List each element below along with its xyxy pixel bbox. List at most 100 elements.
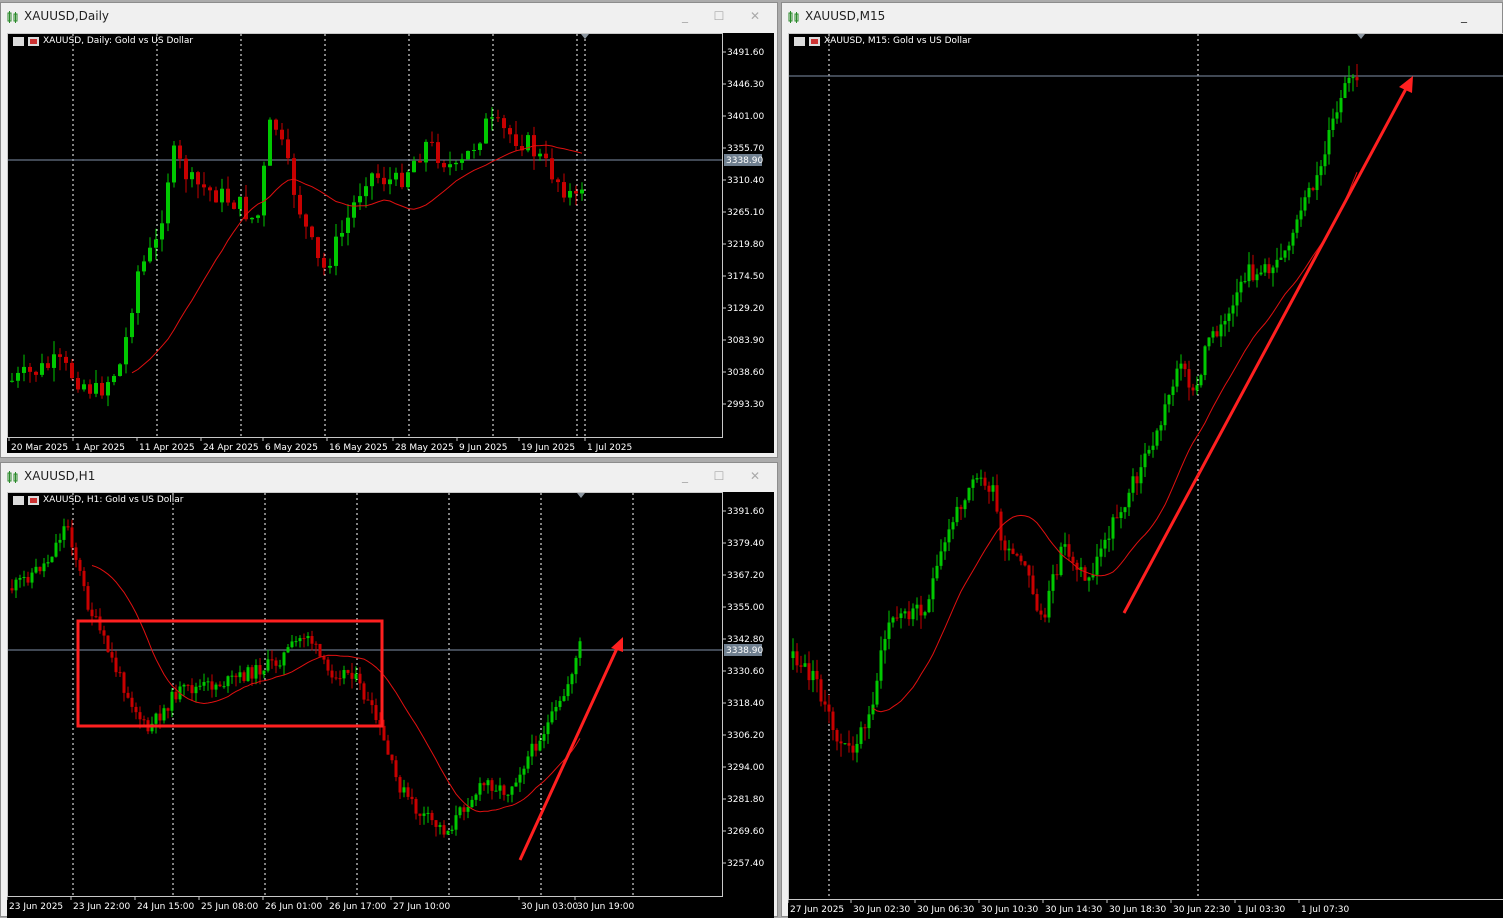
candle-body [1052, 574, 1055, 591]
candle-body [1028, 565, 1031, 575]
candle-body [100, 383, 104, 395]
candle-body [95, 616, 98, 617]
candle-body [1068, 544, 1071, 557]
candle-body [912, 608, 915, 619]
time-label: 20 Mar 2025 [11, 443, 68, 453]
candle-body [519, 775, 522, 783]
m15-chart-window[interactable]: XAUUSD,M15 _ 27 Jun 202530 Jun 02:3030 J… [781, 2, 1503, 917]
candle-body [575, 658, 578, 674]
candle-body [508, 128, 512, 134]
candle-body [1136, 476, 1139, 483]
candle-body [118, 364, 122, 376]
candle-body [539, 741, 542, 751]
candle-body [956, 507, 959, 522]
candle-body [1200, 375, 1203, 385]
candle-body [148, 248, 152, 262]
h1-titlebar[interactable]: XAUUSD,H1 _ ☐ ✕ [1, 463, 777, 491]
candle-body [307, 636, 310, 638]
candle-body [832, 712, 835, 730]
candle-body [83, 571, 86, 586]
h1-chart-window[interactable]: XAUUSD,H1 _ ☐ ✕ 3391.603379.403367.20335… [0, 462, 778, 917]
candle-body [1060, 547, 1063, 575]
candle-body [251, 667, 254, 678]
maximize-button[interactable]: ☐ [711, 8, 727, 24]
candle-body [1204, 346, 1207, 375]
candle-body [1276, 260, 1279, 268]
candle-body [1348, 78, 1351, 83]
candle-body [1336, 112, 1339, 118]
candle-body [1252, 264, 1255, 280]
candle-body [387, 740, 390, 754]
candle-body [303, 638, 306, 639]
candle-body [280, 130, 284, 140]
price-label: 3391.60 [727, 507, 764, 517]
candle-body [103, 630, 106, 635]
candle-body [503, 785, 506, 794]
chart-shift-marker [581, 34, 589, 39]
daily-chart-window[interactable]: XAUUSD,Daily _ ☐ ✕ 3491.603446.303401.00… [0, 2, 778, 458]
close-button[interactable]: ✕ [747, 468, 763, 484]
price-label: 3355.00 [727, 603, 764, 613]
candle-body [199, 686, 202, 687]
flag-icon [13, 496, 24, 505]
candle-body [412, 161, 416, 172]
candle-body [1156, 430, 1159, 445]
candle-body [46, 363, 50, 368]
candle-body [207, 681, 210, 682]
candle-body [1180, 364, 1183, 369]
minimize-button[interactable]: _ [677, 8, 693, 24]
candle-body [1188, 369, 1191, 387]
candle-body [259, 665, 262, 674]
candle-body [352, 202, 356, 217]
minimize-button[interactable]: _ [677, 468, 693, 484]
time-label: 23 Jun 2025 [9, 902, 63, 912]
m15-chart-area[interactable]: 27 Jun 202530 Jun 02:3030 Jun 06:3030 Ju… [788, 33, 1503, 918]
candle-body [1240, 282, 1243, 293]
m15-titlebar[interactable]: XAUUSD,M15 _ [782, 3, 1502, 31]
candle-body [1012, 549, 1015, 554]
maximize-button[interactable]: ☐ [711, 468, 727, 484]
candle-body [490, 117, 494, 118]
candle-body [568, 191, 572, 198]
candle-body [163, 708, 166, 720]
candle-body [984, 478, 987, 486]
h1-chart-svg: 3391.603379.403367.203355.003342.803330.… [7, 492, 774, 918]
candle-body [16, 373, 20, 381]
h1-chart-area[interactable]: 3391.603379.403367.203355.003342.803330.… [7, 492, 774, 918]
candle-body [112, 376, 116, 382]
candle-body [579, 641, 582, 658]
candle-body [916, 605, 919, 609]
time-label: 6 May 2025 [265, 443, 318, 453]
candle-body [531, 744, 534, 757]
daily-titlebar[interactable]: XAUUSD,Daily _ ☐ ✕ [1, 3, 777, 31]
candle-body [1212, 331, 1215, 337]
candle-body [972, 479, 975, 487]
candle-body [423, 813, 426, 815]
minimize-button[interactable]: _ [1456, 8, 1472, 24]
candle-body [286, 139, 290, 158]
price-label: 3038.60 [727, 368, 764, 378]
time-label: 24 Jun 15:00 [137, 902, 194, 912]
close-button[interactable]: ✕ [747, 8, 763, 24]
daily-chart-area[interactable]: 3491.603446.303401.003355.703310.403265.… [7, 33, 774, 453]
candle-body [1352, 77, 1355, 78]
candle-body [52, 354, 56, 368]
price-label: 3318.40 [727, 699, 764, 709]
price-label: 3401.00 [727, 112, 764, 122]
candle-body [478, 143, 482, 150]
candle-body [544, 154, 548, 159]
candle-body [868, 714, 871, 728]
time-label: 1 Jul 07:30 [1301, 905, 1350, 915]
candle-body [442, 163, 446, 167]
price-label: 3355.70 [727, 144, 764, 154]
candle-body [159, 714, 162, 721]
candle-body [430, 142, 434, 143]
candle-body [1208, 338, 1211, 347]
candle-body [388, 179, 392, 184]
chart-info-label: XAUUSD, Daily: Gold vs US Dollar [13, 36, 193, 47]
candle-body [555, 707, 558, 711]
candle-body [383, 726, 386, 741]
candle-body [226, 189, 230, 203]
candle-body [1256, 274, 1259, 280]
candle-body [514, 134, 518, 146]
